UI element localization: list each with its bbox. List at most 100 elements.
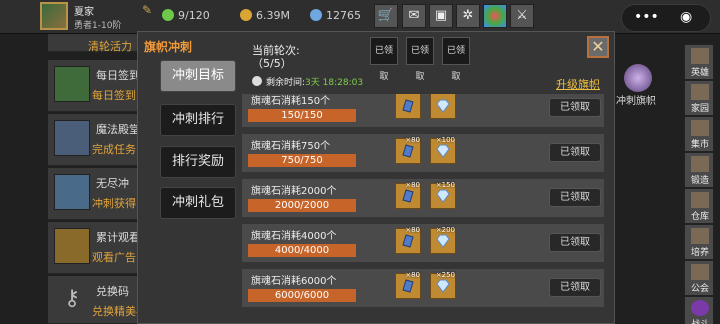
sword-icon[interactable]: ⚔ bbox=[510, 4, 534, 28]
progress-bar: 2000/2000 bbox=[248, 199, 356, 212]
list-item-sub: 观看广告 bbox=[92, 251, 136, 264]
side-menu-label: 锻造 bbox=[690, 176, 709, 186]
progress-text: 750/750 bbox=[281, 155, 323, 166]
upgrade-flag-link[interactable]: 升级旗帜 bbox=[556, 76, 600, 92]
reward-rune[interactable]: ×80 bbox=[395, 136, 421, 164]
goal-list[interactable]: 旗魂石消耗150个 150/150 已领取 旗魂石消耗750个 750/750 ×80 ×1… bbox=[242, 94, 606, 324]
cultivate-icon bbox=[691, 228, 709, 244]
reward-quantity: ×250 bbox=[435, 271, 455, 279]
anvil-icon bbox=[691, 156, 709, 172]
portal-icon bbox=[691, 300, 709, 316]
tab-sprint-packs[interactable]: 冲刺礼包 bbox=[160, 187, 236, 219]
reward-diamond[interactable]: ×100 bbox=[430, 136, 456, 164]
claimed-button[interactable]: 已领取 bbox=[549, 188, 601, 207]
side-menu-cultivate[interactable]: 培养 bbox=[684, 224, 714, 260]
top-status-bar: 夏家 勇者1-10阶 ✎ 9/120 6.39M 12765 🛒 ✉ ▣ ✲ ⚔… bbox=[0, 0, 720, 34]
progress-text: 4000/4000 bbox=[274, 245, 330, 256]
reward-diamond[interactable]: ×150 bbox=[430, 181, 456, 209]
reward-diamond[interactable]: ×200 bbox=[430, 226, 456, 254]
round-reward-2[interactable]: 已领取 bbox=[406, 37, 434, 82]
reward-rune[interactable] bbox=[395, 94, 421, 119]
goal-row: 旗魂石消耗4000个 4000/4000 ×80 ×200 已领取 bbox=[242, 224, 604, 262]
close-button[interactable]: ✕ bbox=[587, 36, 609, 58]
avatar[interactable] bbox=[40, 2, 68, 30]
gem-icon bbox=[310, 9, 322, 21]
hero-icon bbox=[691, 48, 709, 64]
flag-orb-icon bbox=[624, 64, 652, 92]
goal-title: 旗魂石消耗2000个 bbox=[251, 186, 337, 197]
reward-diamond[interactable] bbox=[430, 94, 456, 119]
tab-ranking-rewards[interactable]: 排行奖励 bbox=[160, 146, 236, 178]
shop-cart-icon[interactable]: 🛒 bbox=[374, 4, 398, 28]
blue-rune-icon bbox=[402, 99, 414, 113]
blue-rune-icon bbox=[402, 279, 414, 293]
claimed-button[interactable]: 已领取 bbox=[549, 98, 601, 117]
blue-rune-icon bbox=[402, 234, 414, 248]
progress-bar: 4000/4000 bbox=[248, 244, 356, 257]
claimed-button[interactable]: 已领取 bbox=[549, 233, 601, 252]
goal-title: 旗魂石消耗6000个 bbox=[251, 276, 337, 287]
goal-row: 旗魂石消耗150个 150/150 已领取 bbox=[242, 94, 604, 127]
clock-icon bbox=[252, 76, 262, 86]
side-menu-forge[interactable]: 锻造 bbox=[684, 152, 714, 188]
claimed-button[interactable]: 已领取 bbox=[549, 143, 601, 162]
gem-value: 12765 bbox=[326, 9, 361, 22]
round-label: 当前轮次: bbox=[252, 44, 300, 57]
knight-icon bbox=[54, 174, 90, 210]
gem-resource: 12765 bbox=[310, 9, 361, 22]
gear-icon[interactable]: ✲ bbox=[456, 4, 480, 28]
list-item-sub: 完成任务 bbox=[92, 143, 136, 156]
reward-quantity: ×80 bbox=[405, 181, 420, 189]
claimed-button[interactable]: 已领取 bbox=[549, 278, 601, 297]
progress-bar: 150/150 bbox=[248, 109, 356, 122]
list-item-title: 无尽冲 bbox=[96, 177, 129, 190]
flag-sprint-label: 冲刺旗帜 bbox=[616, 96, 656, 107]
list-item-title: 每日签到 bbox=[96, 69, 140, 82]
side-menu-warehouse[interactable]: 仓库 bbox=[684, 188, 714, 224]
mail-icon[interactable]: ✉ bbox=[402, 4, 426, 28]
list-item-sub: 每日签到 bbox=[92, 89, 136, 102]
list-item-title: 魔法殿堂 bbox=[96, 123, 140, 136]
coin-resource: 6.39M bbox=[240, 9, 290, 22]
close-program-button[interactable]: ◉ bbox=[680, 9, 692, 25]
key-icon: ⚷ bbox=[63, 286, 81, 311]
side-menu-home[interactable]: 家园 bbox=[684, 80, 714, 116]
side-menu-guild[interactable]: 公会 bbox=[684, 260, 714, 296]
tab-sprint-ranking[interactable]: 冲刺排行 bbox=[160, 104, 236, 136]
round-reward-1[interactable]: 已领取 bbox=[370, 37, 398, 82]
list-item-sub: 清轮活力 bbox=[88, 40, 132, 53]
more-menu-button[interactable]: ••• bbox=[634, 9, 659, 25]
reward-rune[interactable]: ×80 bbox=[395, 271, 421, 299]
time-label: 剩余时间: bbox=[266, 78, 306, 88]
gamepad-icon[interactable]: ▣ bbox=[429, 4, 453, 28]
flag-sprint-entry[interactable]: 冲刺旗帜 bbox=[612, 64, 666, 107]
side-menu-market[interactable]: 集市 bbox=[684, 116, 714, 152]
goal-title: 旗魂石消耗4000个 bbox=[251, 231, 337, 242]
side-menu-battle[interactable]: 战斗 bbox=[684, 296, 714, 324]
reward-quantity: ×100 bbox=[435, 136, 455, 144]
current-round: 当前轮次: （5/5） bbox=[252, 44, 300, 70]
mini-program-capsule: ••• ◉ bbox=[621, 4, 711, 32]
progress-bar: 6000/6000 bbox=[248, 289, 356, 302]
energy-resource: 9/120 bbox=[162, 9, 210, 22]
reward-quantity: ×150 bbox=[435, 181, 455, 189]
reward-rune[interactable]: ×80 bbox=[395, 181, 421, 209]
side-menu-heroes[interactable]: 英雄 bbox=[684, 44, 714, 80]
progress-text: 2000/2000 bbox=[274, 200, 330, 211]
tab-sprint-goals[interactable]: 冲刺目标 bbox=[160, 60, 236, 92]
side-menu-label: 英雄 bbox=[690, 68, 709, 78]
round-reward-3[interactable]: 已领取 bbox=[442, 37, 470, 82]
side-menu-label: 战斗 bbox=[685, 317, 715, 324]
goal-row: 旗魂石消耗2000个 2000/2000 ×80 ×150 已领取 bbox=[242, 179, 604, 217]
goal-row: 旗魂石消耗6000个 6000/6000 ×80 ×250 已领取 bbox=[242, 269, 604, 307]
guild-icon bbox=[691, 264, 709, 280]
crystal-icon bbox=[54, 120, 90, 156]
reward-diamond[interactable]: ×250 bbox=[430, 271, 456, 299]
reward-rune[interactable]: ×80 bbox=[395, 226, 421, 254]
edit-icon[interactable]: ✎ bbox=[142, 3, 152, 17]
modal-title: 旗帜冲刺 bbox=[144, 40, 193, 54]
list-item-title: 兑换码 bbox=[96, 285, 129, 298]
swirl-icon[interactable] bbox=[483, 4, 507, 28]
goal-title: 旗魂石消耗150个 bbox=[251, 96, 331, 107]
lightning-icon bbox=[162, 9, 174, 21]
